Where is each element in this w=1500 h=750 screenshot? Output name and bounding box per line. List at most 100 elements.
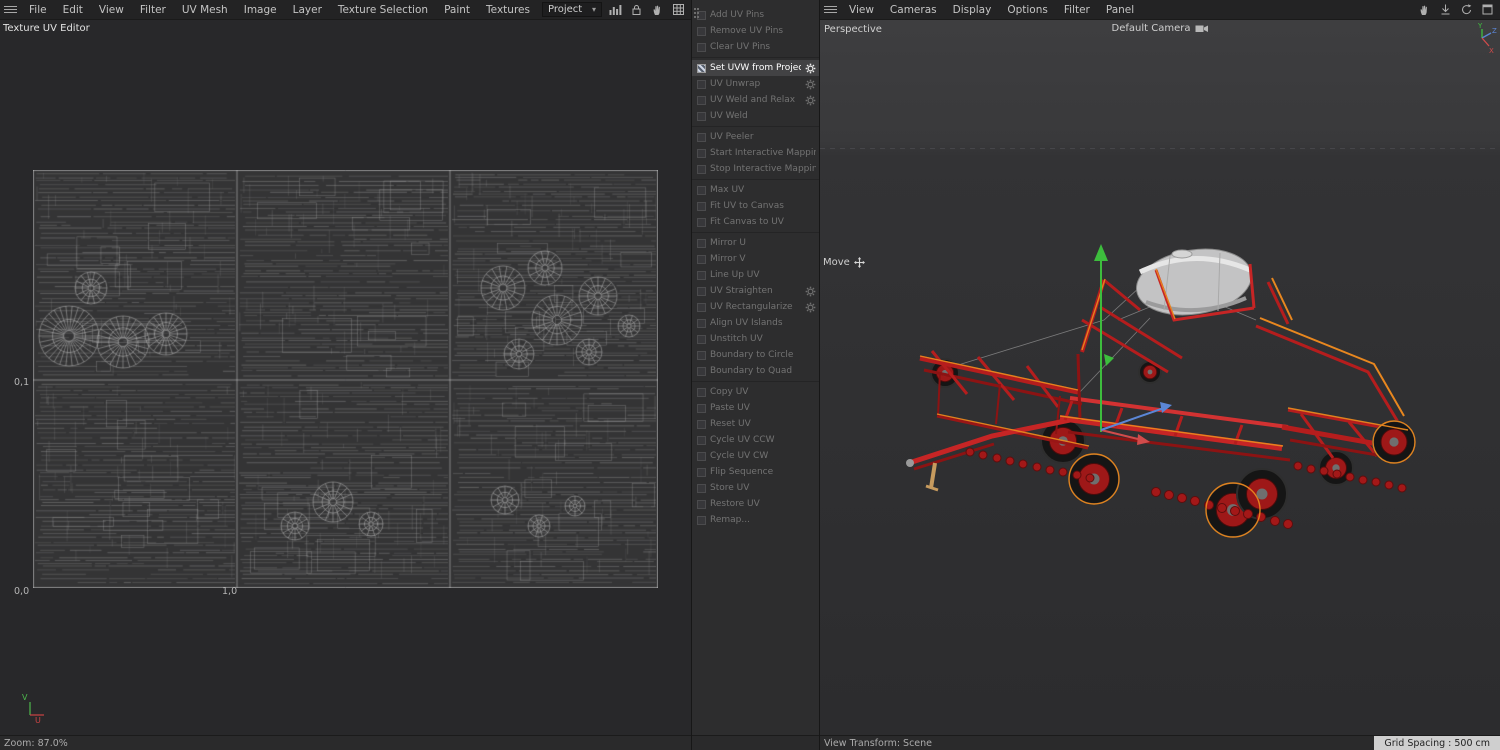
command-flip-sequence[interactable]: Flip Sequence bbox=[692, 464, 819, 480]
uv-coord-origin: 0,0 bbox=[14, 586, 30, 597]
add-uv-pins-icon bbox=[697, 10, 706, 20]
command-mirror-v[interactable]: Mirror V bbox=[692, 251, 819, 267]
boundary-to-circle-icon bbox=[697, 350, 706, 360]
uv-weld-and-relax-icon bbox=[697, 95, 706, 105]
command-cycle-uv-cw[interactable]: Cycle UV CW bbox=[692, 448, 819, 464]
reset-view-icon[interactable] bbox=[1459, 2, 1474, 17]
menu-texture-selection[interactable]: Texture Selection bbox=[330, 0, 436, 20]
menu-options[interactable]: Options bbox=[999, 0, 1056, 20]
x-axis-label: X bbox=[1489, 47, 1494, 54]
command-cycle-uv-ccw[interactable]: Cycle UV CCW bbox=[692, 432, 819, 448]
project-dropdown-value: Project bbox=[548, 4, 583, 15]
menu-layer[interactable]: Layer bbox=[285, 0, 330, 20]
command-uv-rectangularize[interactable]: UV Rectangularize bbox=[692, 299, 819, 315]
command-paste-uv[interactable]: Paste UV bbox=[692, 400, 819, 416]
viewport-render[interactable] bbox=[820, 20, 1500, 735]
command-reset-uv[interactable]: Reset UV bbox=[692, 416, 819, 432]
command-fit-uv-to-canvas[interactable]: Fit UV to Canvas bbox=[692, 198, 819, 214]
command-label: Boundary to Quad bbox=[710, 366, 793, 376]
align-uv-islands-icon bbox=[697, 318, 706, 328]
command-clear-uv-pins[interactable]: Clear UV Pins bbox=[692, 39, 819, 55]
command-uv-weld[interactable]: UV Weld bbox=[692, 108, 819, 124]
hand-icon[interactable] bbox=[650, 2, 665, 17]
command-set-uvw-from-projection[interactable]: Set UVW from Projection bbox=[692, 60, 819, 76]
grid-icon[interactable] bbox=[671, 2, 686, 17]
command-align-uv-islands[interactable]: Align UV Islands bbox=[692, 315, 819, 331]
command-label: Cycle UV CCW bbox=[710, 435, 775, 445]
project-dropdown[interactable]: Project ▾ bbox=[542, 2, 602, 17]
menu-panel[interactable]: Panel bbox=[1098, 0, 1142, 20]
dock-arrow-icon[interactable] bbox=[1438, 2, 1453, 17]
menu-edit[interactable]: Edit bbox=[55, 0, 91, 20]
menu-display[interactable]: Display bbox=[945, 0, 1000, 20]
command-mirror-u[interactable]: Mirror U bbox=[692, 235, 819, 251]
hamburger-icon[interactable] bbox=[4, 0, 17, 19]
camera-label-row[interactable]: Default Camera bbox=[820, 23, 1500, 34]
command-label: Line Up UV bbox=[710, 270, 760, 280]
uv-editor-menu-items: File Edit View Filter UV Mesh Image Layer Textu… bbox=[21, 0, 538, 19]
command-stop-interactive-mapping[interactable]: Stop Interactive Mapping bbox=[692, 161, 819, 177]
uv-wireframe-canvas[interactable] bbox=[33, 170, 658, 588]
menu-uv-mesh[interactable]: UV Mesh bbox=[174, 0, 236, 20]
command-uv-weld-and-relax[interactable]: UV Weld and Relax bbox=[692, 92, 819, 108]
command-remap[interactable]: Remap... bbox=[692, 512, 819, 528]
command-fit-canvas-to-uv[interactable]: Fit Canvas to UV bbox=[692, 214, 819, 230]
seeder-model[interactable] bbox=[906, 241, 1416, 538]
command-uv-straighten[interactable]: UV Straighten bbox=[692, 283, 819, 299]
command-remove-uv-pins[interactable]: Remove UV Pins bbox=[692, 23, 819, 39]
perspective-viewport[interactable]: Perspective Default Camera Move Y Z X bbox=[820, 20, 1500, 735]
uv-commands-statusbar bbox=[692, 735, 819, 750]
viewport-menu-items: View Cameras Display Options Filter Panel bbox=[841, 0, 1142, 19]
menu-view[interactable]: View bbox=[91, 0, 132, 20]
command-group-separator bbox=[692, 57, 819, 58]
panel-grip-icon[interactable] bbox=[694, 8, 696, 10]
options-gear-icon[interactable] bbox=[805, 63, 816, 74]
pan-hand-icon[interactable] bbox=[1417, 2, 1432, 17]
orientation-axis-widget: Y Z X bbox=[1477, 22, 1497, 54]
command-boundary-to-circle[interactable]: Boundary to Circle bbox=[692, 347, 819, 363]
command-restore-uv[interactable]: Restore UV bbox=[692, 496, 819, 512]
command-add-uv-pins[interactable]: Add UV Pins bbox=[692, 7, 819, 23]
options-gear-icon[interactable] bbox=[805, 95, 816, 106]
command-label: Paste UV bbox=[710, 403, 750, 413]
uv-peeler-icon bbox=[697, 132, 706, 142]
menu-textures[interactable]: Textures bbox=[478, 0, 538, 20]
options-gear-icon[interactable] bbox=[805, 302, 816, 313]
command-uv-unwrap[interactable]: UV Unwrap bbox=[692, 76, 819, 92]
uv-axis-gizmo: V U bbox=[22, 693, 44, 724]
command-label: Flip Sequence bbox=[710, 467, 774, 477]
camera-icon[interactable] bbox=[1195, 24, 1209, 33]
command-label: Fit UV to Canvas bbox=[710, 201, 784, 211]
command-unstitch-uv[interactable]: Unstitch UV bbox=[692, 331, 819, 347]
uv-weld-icon bbox=[697, 111, 706, 121]
histogram-icon[interactable] bbox=[608, 2, 623, 17]
command-line-up-uv[interactable]: Line Up UV bbox=[692, 267, 819, 283]
menu-view[interactable]: View bbox=[841, 0, 882, 20]
menu-filter[interactable]: Filter bbox=[132, 0, 174, 20]
command-group-separator bbox=[692, 232, 819, 233]
command-copy-uv[interactable]: Copy UV bbox=[692, 384, 819, 400]
command-store-uv[interactable]: Store UV bbox=[692, 480, 819, 496]
lock-icon[interactable] bbox=[629, 2, 644, 17]
menu-cameras[interactable]: Cameras bbox=[882, 0, 945, 20]
menu-file[interactable]: File bbox=[21, 0, 55, 20]
restore-uv-icon bbox=[697, 499, 706, 509]
command-start-interactive-mapping[interactable]: Start Interactive Mapping bbox=[692, 145, 819, 161]
maximize-icon[interactable] bbox=[1480, 2, 1495, 17]
uv-canvas-area[interactable]: 0,1 0,0 1,0 V U bbox=[0, 36, 691, 735]
menu-filter[interactable]: Filter bbox=[1056, 0, 1098, 20]
command-boundary-to-quad[interactable]: Boundary to Quad bbox=[692, 363, 819, 379]
command-label: Boundary to Circle bbox=[710, 350, 794, 360]
command-uv-peeler[interactable]: UV Peeler bbox=[692, 129, 819, 145]
camera-label[interactable]: Default Camera bbox=[1112, 23, 1191, 34]
command-label: Unstitch UV bbox=[710, 334, 763, 344]
active-tool-label: Move bbox=[823, 257, 850, 268]
command-label: Max UV bbox=[710, 185, 745, 195]
menu-image[interactable]: Image bbox=[236, 0, 285, 20]
options-gear-icon[interactable] bbox=[805, 286, 816, 297]
fit-uv-to-canvas-icon bbox=[697, 201, 706, 211]
command-max-uv[interactable]: Max UV bbox=[692, 182, 819, 198]
options-gear-icon[interactable] bbox=[805, 79, 816, 90]
menu-paint[interactable]: Paint bbox=[436, 0, 478, 20]
hamburger-icon[interactable] bbox=[824, 0, 837, 19]
